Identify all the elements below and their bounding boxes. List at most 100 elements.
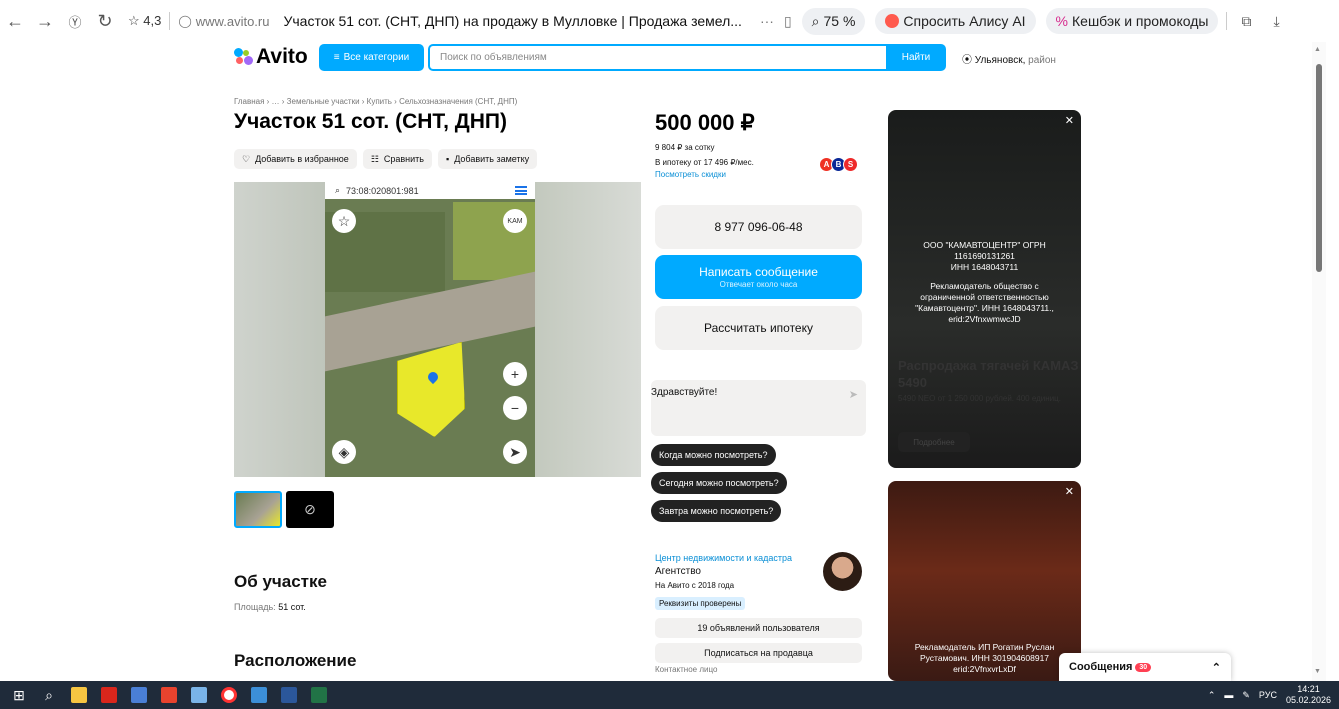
quick-reply[interactable]: Сегодня можно посмотреть? [651,472,787,494]
page-tab-title: Участок 51 сот. (СНТ, ДНП) на продажу в … [283,13,742,29]
gallery-blur-left [234,182,325,477]
compare-button[interactable]: ☷ Сравнить [362,149,432,169]
plot-area [397,342,465,437]
photo-gallery[interactable]: ⌕ 73:08:020801:981 ☆ KAM + − ◈ ➤ [234,182,641,477]
seller-type: Агентство [655,566,701,577]
word-icon[interactable] [274,681,304,709]
zoom-button[interactable]: ⌕ 75 % [801,7,866,35]
scroll-up-icon[interactable]: ▲ [1314,46,1321,53]
alice-button[interactable]: Спросить Алису AI [875,8,1036,34]
language-indicator[interactable]: РУС [1259,690,1277,700]
placeholder-icon: ⊘ [304,501,316,517]
ad-line: erid:2VfnxwmwcJD [948,314,1021,324]
excel-icon[interactable] [304,681,334,709]
gallery-blur-right [535,182,641,477]
clock[interactable]: 14:21 05.02.2026 [1286,684,1331,706]
search-button[interactable]: Найти [886,44,946,71]
subscribe-button[interactable]: Подписаться на продавца [655,643,862,663]
app-icon[interactable] [124,681,154,709]
forward-icon[interactable]: → [30,11,60,32]
file-explorer-icon[interactable] [64,681,94,709]
location-selector[interactable]: ⦿ Ульяновск, район [962,51,1056,66]
ad-subtitle: 5490 NEO от 1 250 000 рублей. 400 единиц… [898,394,1061,403]
ad-disclaimer: ООО "КАМАВТОЦЕНТР" ОГРН 1161690131261 ИН… [894,240,1075,325]
list-icon: ≡ [333,52,340,63]
shield-icon: ◯ [178,14,192,28]
note-icon: ▪ [446,154,450,164]
alice-icon [885,14,900,28]
ad-spacer [894,273,1075,281]
add-favorite-button[interactable]: ♡ Добавить в избранное [234,149,357,169]
messages-badge: 30 [1135,662,1152,672]
system-tray: ⌃ ▬ ✎ РУС 14:21 05.02.2026 [1208,681,1331,709]
search-icon[interactable]: ⌕ [34,681,64,709]
anydesk-icon[interactable] [154,681,184,709]
extensions-icon[interactable]: ⧉ [1241,13,1251,30]
more-icon[interactable]: ··· [760,13,774,29]
cashback-label: Кешбэк и промокоды [1072,13,1209,29]
logo-text: Avito [256,45,308,68]
browser-toolbar: ← → Ⓨ ↻ ☆ 4,3 ◯ www.avito.ru Участок 51 … [0,0,1339,42]
network-icon[interactable]: ▬ [1224,690,1233,700]
ad-line: 1161690131261 [954,251,1015,261]
notepad-icon[interactable] [184,681,214,709]
cashback-button[interactable]: % Кешбэк и промокоды [1045,8,1219,34]
ad-line: "Камавтоцентр". ИНН 1648043711., [915,303,1054,313]
scrollbar[interactable]: ▲ ▼ [1312,42,1326,681]
pen-icon[interactable]: ✎ [1242,690,1250,701]
compare-label: Сравнить [383,154,424,164]
image-viewer-icon[interactable] [244,681,274,709]
back-icon[interactable]: ← [0,11,30,32]
chevron-up-icon[interactable]: ⌃ [1208,690,1216,701]
ad-disclaimer: Рекламодатель ИП Рогатин Руслан Рустамов… [892,642,1077,675]
gallery-thumbnail-map[interactable] [234,491,282,528]
write-message-button[interactable]: Написать сообщение Отвечает около часа [655,255,862,299]
chevron-up-icon[interactable]: ⌃ [1212,661,1221,674]
message-text: Здравствуйте! [651,387,718,398]
close-icon[interactable]: ✕ [1065,485,1074,498]
verified-badge: Реквизиты проверены [655,597,746,610]
messages-widget[interactable]: Сообщения 30 ⌃ [1059,653,1231,681]
categories-label: Все категории [343,52,410,63]
message-label: Написать сообщение [699,265,818,279]
yandex-browser-icon[interactable] [214,681,244,709]
bank-logos: A B S [819,157,858,172]
user-listings-button[interactable]: 19 объявлений пользователя [655,618,862,638]
seller-name-link[interactable]: Центр недвижимости и кадастра [655,553,792,563]
reload-icon[interactable]: ↻ [90,11,120,32]
bookmark-icon[interactable]: ▯ [784,13,792,30]
price: 500 000 ₽ [655,110,755,135]
search-input[interactable]: Поиск по объявлениям [428,44,888,71]
gallery-thumbnail-dark[interactable]: ⊘ [286,491,334,528]
acrobat-icon[interactable] [94,681,124,709]
contact-person-label: Контактное лицо [655,665,718,674]
ad-more-button[interactable]: Подробнее [898,432,970,452]
ad-banner-kamaz[interactable]: ✕ ООО "КАМАВТОЦЕНТР" ОГРН 1161690131261 … [888,110,1081,468]
scroll-thumb[interactable] [1316,64,1322,272]
area-value: 51 сот. [278,602,306,612]
site-rating[interactable]: ☆ 4,3 [128,13,161,29]
scroll-down-icon[interactable]: ▼ [1314,668,1321,675]
ad-title: Распродажа тягачей КАМАЗ 5490 [898,358,1079,390]
discounts-link[interactable]: Посмотреть скидки [655,170,726,179]
quick-reply[interactable]: Завтра можно посмотреть? [651,500,782,522]
mortgage-info: В ипотеку от 17 496 ₽/мес. [655,158,754,167]
message-input[interactable]: Здравствуйте! ➤ [651,380,866,436]
yandex-icon[interactable]: Ⓨ [60,12,90,31]
add-note-button[interactable]: ▪ Добавить заметку [438,149,538,169]
ad-line: Рекламодатель ИП Рогатин Руслан [914,642,1055,652]
avito-logo[interactable]: Avito [234,45,308,69]
close-icon[interactable]: ✕ [1065,114,1074,127]
address-bar[interactable]: www.avito.ru [196,14,270,29]
seller-avatar[interactable] [823,552,862,591]
windows-start-icon[interactable]: ⊞ [4,681,34,709]
breadcrumb[interactable]: Главная › … › Земельные участки › Купить… [234,97,517,106]
calculate-mortgage-button[interactable]: Рассчитать ипотеку [655,306,862,350]
quick-reply[interactable]: Когда можно посмотреть? [651,444,776,466]
ad-banner-2[interactable]: ✕ Рекламодатель ИП Рогатин Руслан Рустам… [888,481,1081,681]
download-icon[interactable]: ⤓ [1273,13,1279,30]
all-categories-button[interactable]: ≡ Все категории [319,44,424,71]
show-phone-button[interactable]: 8 977 096-06-48 [655,205,862,249]
send-icon[interactable]: ➤ [849,388,858,401]
location-city: Ульяновск, [974,55,1026,66]
